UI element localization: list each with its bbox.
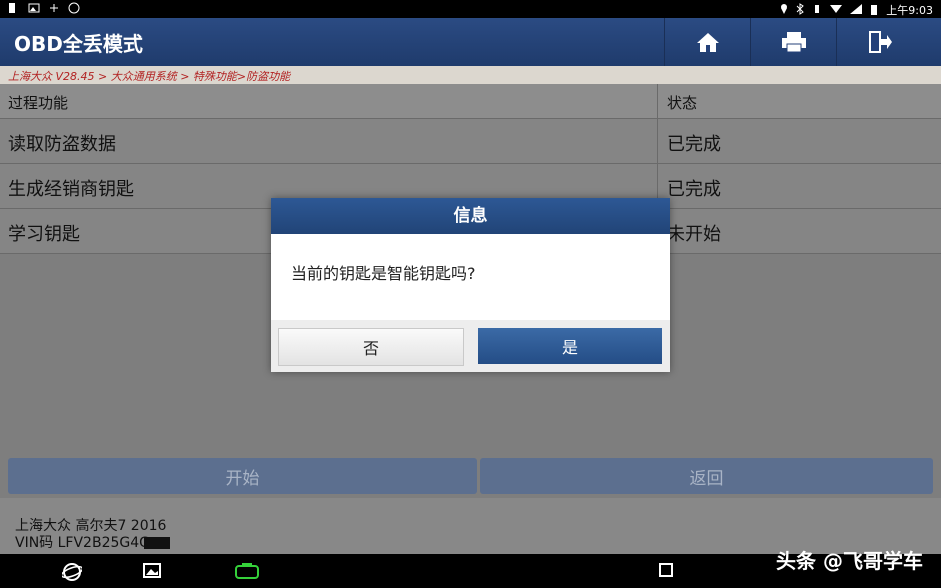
battery-icon	[870, 3, 878, 18]
wifi-icon	[830, 4, 843, 17]
recent-apps-icon[interactable]	[658, 562, 674, 582]
table-row[interactable]: 读取防盗数据 已完成	[0, 119, 941, 164]
function-cell: 学习钥匙	[8, 224, 80, 245]
signal-icon	[850, 3, 863, 17]
status-cell: 未开始	[667, 224, 721, 245]
home-icon	[697, 33, 719, 52]
gallery-icon[interactable]	[143, 562, 161, 584]
home-button[interactable]	[664, 18, 751, 66]
breadcrumb-text: 上海大众 V28.45 > 大众通用系统 > 特殊功能>防盗功能	[8, 70, 291, 83]
clock-text: 上午9:03	[886, 4, 933, 17]
app-header: OBD全丢模式	[0, 18, 941, 66]
vehicle-vin: VIN码 LFV2B25G4G	[15, 535, 150, 551]
start-button[interactable]: 开始	[8, 458, 477, 494]
info-dialog: 信息 当前的钥匙是智能钥匙吗? 否 是	[271, 198, 670, 372]
exit-button[interactable]	[836, 18, 923, 66]
table-header: 过程功能 状态	[0, 84, 941, 119]
dialog-footer: 否 是	[271, 320, 670, 372]
sd-card-icon	[8, 2, 18, 14]
vin-redaction	[144, 537, 170, 549]
print-button[interactable]	[750, 18, 837, 66]
action-bar: 开始 返回	[0, 454, 941, 498]
vibrate-icon	[812, 3, 822, 18]
yes-button[interactable]: 是	[478, 328, 662, 364]
exit-icon	[869, 31, 892, 53]
column-header-status: 状态	[667, 94, 698, 112]
android-icon	[68, 2, 80, 14]
no-button[interactable]: 否	[278, 328, 464, 366]
vehicle-vin-row: VIN码 LFV2B25G4G	[15, 532, 170, 552]
dialog-title: 信息	[271, 198, 670, 234]
dialog-message: 当前的钥匙是智能钥匙吗?	[291, 264, 476, 283]
status-bar: 上午9:03	[0, 0, 941, 18]
image-icon	[28, 2, 40, 14]
print-icon	[782, 32, 806, 53]
column-header-function: 过程功能	[8, 94, 69, 112]
status-cell: 已完成	[667, 134, 721, 155]
back-button[interactable]: 返回	[480, 458, 933, 494]
function-cell: 读取防盗数据	[8, 134, 116, 155]
vci-icon[interactable]	[234, 562, 260, 584]
function-cell: 生成经销商钥匙	[8, 179, 134, 200]
page-title: OBD全丢模式	[14, 32, 143, 56]
location-icon	[780, 3, 788, 18]
breadcrumb: 上海大众 V28.45 > 大众通用系统 > 特殊功能>防盗功能	[0, 66, 941, 84]
bluetooth-icon	[796, 2, 805, 18]
watermark: 头条 @飞哥学车	[776, 549, 923, 573]
browser-icon[interactable]	[60, 562, 84, 586]
usb-icon	[48, 2, 58, 14]
status-cell: 已完成	[667, 179, 721, 200]
